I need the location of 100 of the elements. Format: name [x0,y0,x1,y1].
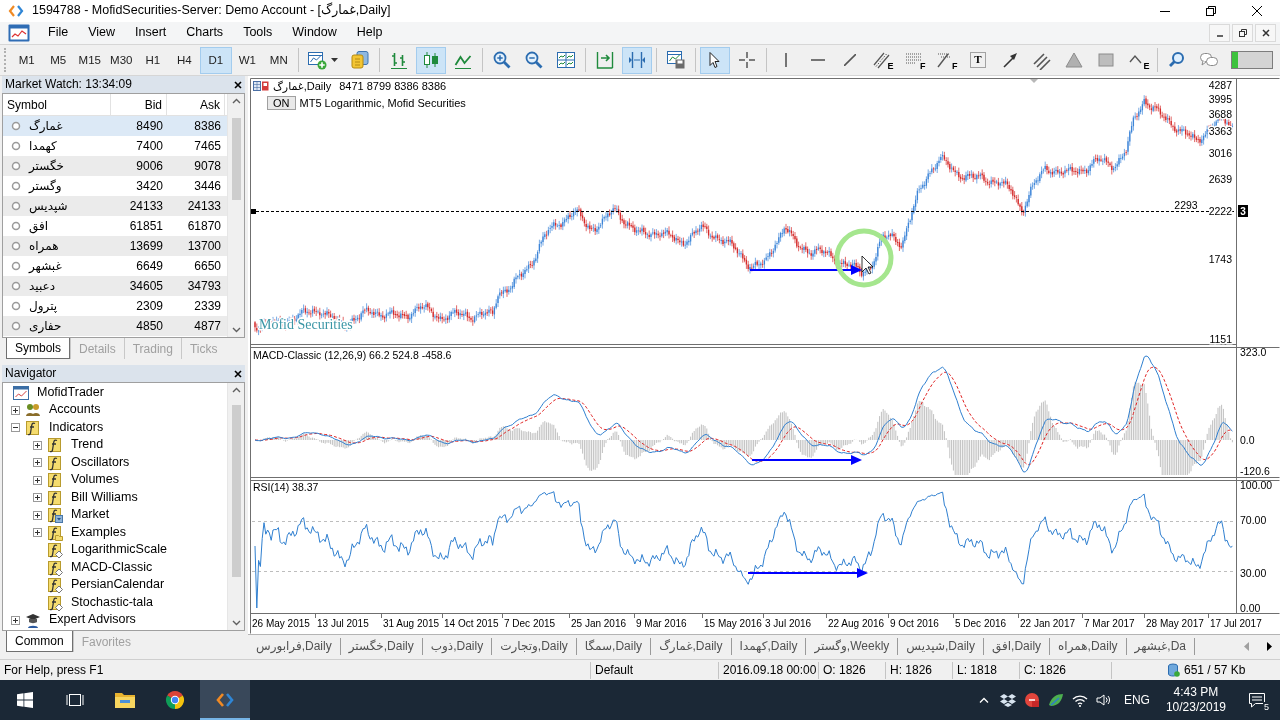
expand-icon[interactable] [32,528,42,538]
timeframe-button[interactable]: H4 [168,46,200,74]
price-tag: 3 [1238,205,1248,217]
taskbar-clock[interactable]: 4:43 PM 10/23/2019 [1157,680,1234,720]
tree-item[interactable]: MACD-Classic [71,559,153,576]
symbol-name: غمارگ [29,118,63,134]
chart-tab[interactable]: سمگا,Daily [576,637,652,655]
chart-tab[interactable]: کهمدا,Daily [731,637,807,655]
panel-title: Navigator [5,366,57,381]
chart-tab[interactable]: فرابورس,Daily [248,637,341,655]
channel-button[interactable]: E [866,46,897,74]
text-frame-button[interactable]: T [962,46,993,74]
tree-item[interactable]: Examples [71,524,126,541]
chart-tab[interactable]: وگستر,Weekly [806,637,899,655]
candlestick-button[interactable] [415,46,446,74]
tree-item[interactable]: Indicators [49,419,104,436]
date-label: 14 Oct 2015 [444,618,499,629]
tree-item[interactable]: Volumes [71,472,119,489]
chart-tab[interactable]: ذوب,Daily [422,637,493,655]
panel-tab[interactable]: Symbols [6,338,70,359]
on-button[interactable]: ON [267,96,296,110]
tree-item[interactable]: MofidTrader [37,384,104,401]
tree-item[interactable]: Trend [71,437,104,454]
scrollbar-thumb[interactable] [231,405,241,577]
expand-icon[interactable] [32,493,42,503]
speaker-icon [1095,693,1112,707]
chart-tab[interactable]: همراه,Daily [1050,637,1127,655]
bid-price: 8490 [135,118,164,134]
tree-item[interactable]: LogarithmicScale [71,542,167,559]
date-label: 7 Dec 2015 [504,618,556,629]
tree-item[interactable]: Accounts [49,402,101,419]
tree-item[interactable]: PersianCalendar [71,577,165,594]
autoscroll-button[interactable] [621,46,652,74]
tree-item[interactable]: Expert Advisors [49,612,136,629]
indicator-label: RSI(14) 38.37 [253,481,319,493]
browser-icon [165,690,185,710]
menu-item[interactable]: Help [346,22,393,44]
timeframe-button[interactable]: H1 [137,46,169,74]
scroll-down-icon[interactable] [231,327,241,333]
expand-icon[interactable] [10,405,20,415]
menu-item[interactable]: File [38,22,79,44]
timeframe-button[interactable]: M1 [11,46,43,74]
chart-tab[interactable]: وتجارت,Daily [492,637,577,655]
tree-item[interactable]: Market [71,507,110,524]
expand-icon[interactable] [32,510,42,520]
menu-item[interactable]: Insert [125,22,177,44]
expand-icon[interactable] [32,475,42,485]
scroll-up-icon[interactable] [231,387,241,393]
timeframe-button[interactable]: M5 [42,46,74,74]
grid-lines-button[interactable]: F [898,46,929,74]
language-indicator[interactable]: ENG [1115,680,1158,720]
scrollbar[interactable] [227,383,244,630]
menu-item[interactable]: View [78,22,126,44]
tree-item[interactable]: Stochastic-tala [71,594,153,611]
scroll-up-icon[interactable] [231,98,241,104]
cursor-icon [708,51,721,69]
menu-item[interactable]: Window [282,22,347,44]
timeframe-button[interactable]: M30 [105,46,137,74]
tree-item[interactable]: Bill Williams [71,489,138,506]
zigzag-button[interactable]: E [1122,46,1153,74]
symbol-name: دعبید [29,278,56,294]
chart-icon [253,81,269,91]
scroll-right-icon[interactable] [1266,641,1272,651]
app-button[interactable] [200,680,250,720]
ask-price: 3446 [193,178,222,194]
chart-tab[interactable]: افق,Daily [983,637,1051,655]
scroll-down-icon[interactable] [231,620,241,626]
circle-icon [11,281,21,291]
chart-tab[interactable]: غمارگ,Daily [651,637,732,655]
circle-icon [11,221,21,231]
chart-tab[interactable]: خگستر,Daily [340,637,423,655]
expand-icon[interactable] [10,615,20,625]
traffic-text: 651 / 57 Kb [1184,661,1246,679]
fan-lines-button[interactable]: F [930,46,961,74]
timeframe-button[interactable]: W1 [231,46,263,74]
chart-tab[interactable]: شپدیس,Daily [898,637,984,655]
expand-icon[interactable] [32,440,42,450]
expand-icon[interactable] [32,458,42,468]
chart-tab[interactable]: غبشهر,Da [1126,637,1196,655]
chart-minimize-button[interactable] [1209,24,1230,42]
menu-item[interactable]: Tools [233,22,283,44]
collapse-icon[interactable] [10,423,20,433]
scrollbar[interactable] [227,94,244,337]
date-label: 9 Oct 2016 [890,618,939,629]
notifications-button[interactable]: 5 [1234,680,1280,720]
cursor-button[interactable] [699,46,730,74]
close-icon [234,80,242,89]
chart-restore-button[interactable] [1232,24,1253,42]
timeframe-button[interactable]: D1 [200,46,232,74]
menu-item[interactable]: Charts [176,22,234,44]
tree-item[interactable]: Oscillators [71,454,130,471]
scrollbar-thumb[interactable] [231,118,241,200]
timeframe-button[interactable]: MN [263,46,295,74]
bid-price: 2309 [135,298,164,314]
date-label: 7 Mar 2017 [1084,618,1135,629]
panel-tab[interactable]: Common [6,631,73,652]
symbol-name: همراه [29,238,59,254]
chart-close-button[interactable] [1255,24,1276,42]
timeframe-button[interactable]: M15 [74,46,106,74]
symbol-name: حفاری [29,318,62,334]
